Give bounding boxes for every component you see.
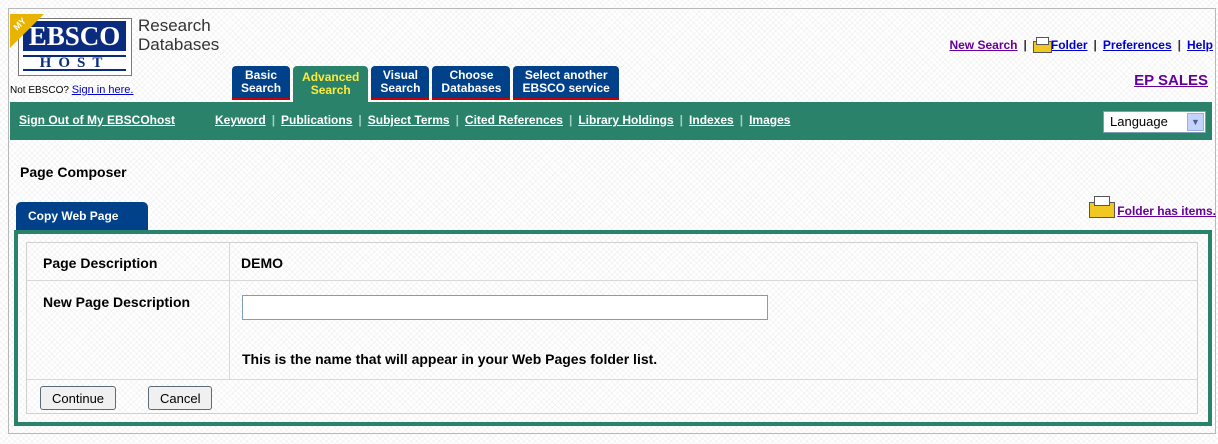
logo-subtitle-line1: Research	[138, 16, 211, 35]
folder-status-link: Folder has items.	[1117, 204, 1216, 218]
nav-sep: |	[271, 113, 276, 127]
nav-subject-terms[interactable]: Subject Terms	[368, 113, 450, 127]
language-select-value: Language	[1110, 114, 1168, 129]
tab-copy-web-page[interactable]: Copy Web Page	[16, 202, 148, 230]
profile-name-link[interactable]: EP SALES	[1134, 72, 1208, 89]
folder-icon	[1032, 37, 1052, 53]
nav-sep: |	[568, 113, 573, 127]
secondary-nav-links: Sign Out of My EBSCOhost Keyword | Publi…	[19, 113, 790, 127]
preferences-link[interactable]: Preferences	[1103, 38, 1172, 52]
folder-link-label: Folder	[1050, 38, 1088, 52]
table-row: Page Description DEMO	[27, 243, 1197, 281]
new-page-description-hint: This is the name that will appear in you…	[242, 351, 658, 367]
top-sep-2: |	[1093, 37, 1097, 52]
nav-library-holdings[interactable]: Library Holdings	[578, 113, 673, 127]
page-description-label: Page Description	[43, 255, 158, 271]
tab-select-service-label: Select another EBSCO service	[522, 68, 610, 95]
tab-basic-search-label: Basic Search	[241, 68, 282, 95]
nav-sep: |	[679, 113, 684, 127]
sign-in-prompt: Not EBSCO? Sign in here.	[10, 84, 133, 96]
not-ebsco-text: Not EBSCO?	[10, 85, 69, 96]
top-sep-3: |	[1177, 37, 1181, 52]
top-links: New Search | Folder | Preferences | Help	[949, 37, 1213, 53]
nav-publications[interactable]: Publications	[281, 113, 352, 127]
tab-choose-databases[interactable]: Choose Databases	[432, 66, 511, 100]
tab-advanced-search-label: Advanced Search	[302, 70, 360, 97]
nav-indexes[interactable]: Indexes	[689, 113, 734, 127]
nav-sep: |	[358, 113, 362, 127]
continue-button[interactable]: Continue	[40, 386, 117, 410]
nav-sep: |	[455, 113, 459, 127]
nav-images[interactable]: Images	[749, 113, 790, 127]
sign-out-link[interactable]: Sign Out of My EBSCOhost	[19, 113, 175, 127]
tab-visual-search[interactable]: Visual Search	[371, 66, 430, 100]
chevron-down-icon: ▼	[1187, 113, 1204, 131]
language-select[interactable]: Language ▼	[1103, 111, 1206, 133]
logo-host-text: HOST	[23, 55, 126, 71]
new-search-link[interactable]: New Search	[949, 38, 1017, 52]
tab-visual-search-label: Visual Search	[380, 68, 421, 95]
button-row: Continue Cancel	[27, 380, 1197, 414]
cancel-button[interactable]: Cancel	[148, 386, 213, 410]
nav-keyword[interactable]: Keyword	[215, 113, 266, 127]
folder-link[interactable]: Folder	[1032, 37, 1088, 53]
secondary-nav-bar: Sign Out of My EBSCOhost Keyword | Publi…	[10, 102, 1212, 140]
tab-choose-databases-label: Choose Databases	[441, 68, 502, 95]
search-tabs: Basic Search Advanced Search Visual Sear…	[232, 66, 619, 102]
form-panel: Page Description DEMO New Page Descripti…	[14, 230, 1212, 426]
logo-subtitle-line2: Databases	[138, 35, 220, 54]
form-table: Page Description DEMO New Page Descripti…	[26, 242, 1198, 414]
help-link[interactable]: Help	[1187, 38, 1213, 52]
nav-cited-references[interactable]: Cited References	[465, 113, 563, 127]
logo-subtitle: Research Databases	[138, 16, 219, 54]
table-row: New Page Description This is the name th…	[27, 281, 1197, 380]
sign-in-link[interactable]: Sign in here.	[72, 84, 134, 96]
new-page-description-input[interactable]	[242, 295, 768, 320]
page-title: Page Composer	[20, 164, 127, 180]
page-description-value: DEMO	[241, 255, 283, 271]
column-divider	[229, 243, 230, 280]
nav-sep: |	[739, 113, 744, 127]
tab-select-service[interactable]: Select another EBSCO service	[513, 66, 619, 100]
top-sep-1: |	[1023, 37, 1027, 52]
folder-icon	[1089, 196, 1116, 218]
tab-basic-search[interactable]: Basic Search	[232, 66, 291, 100]
my-badge-icon	[10, 14, 44, 48]
new-page-description-label: New Page Description	[43, 294, 191, 310]
tab-advanced-search[interactable]: Advanced Search	[293, 66, 369, 102]
column-divider	[229, 281, 230, 379]
folder-status[interactable]: Folder has items.	[1089, 196, 1216, 218]
ebscohost-logo[interactable]: EBSCO HOST MY Research Databases	[10, 14, 225, 86]
